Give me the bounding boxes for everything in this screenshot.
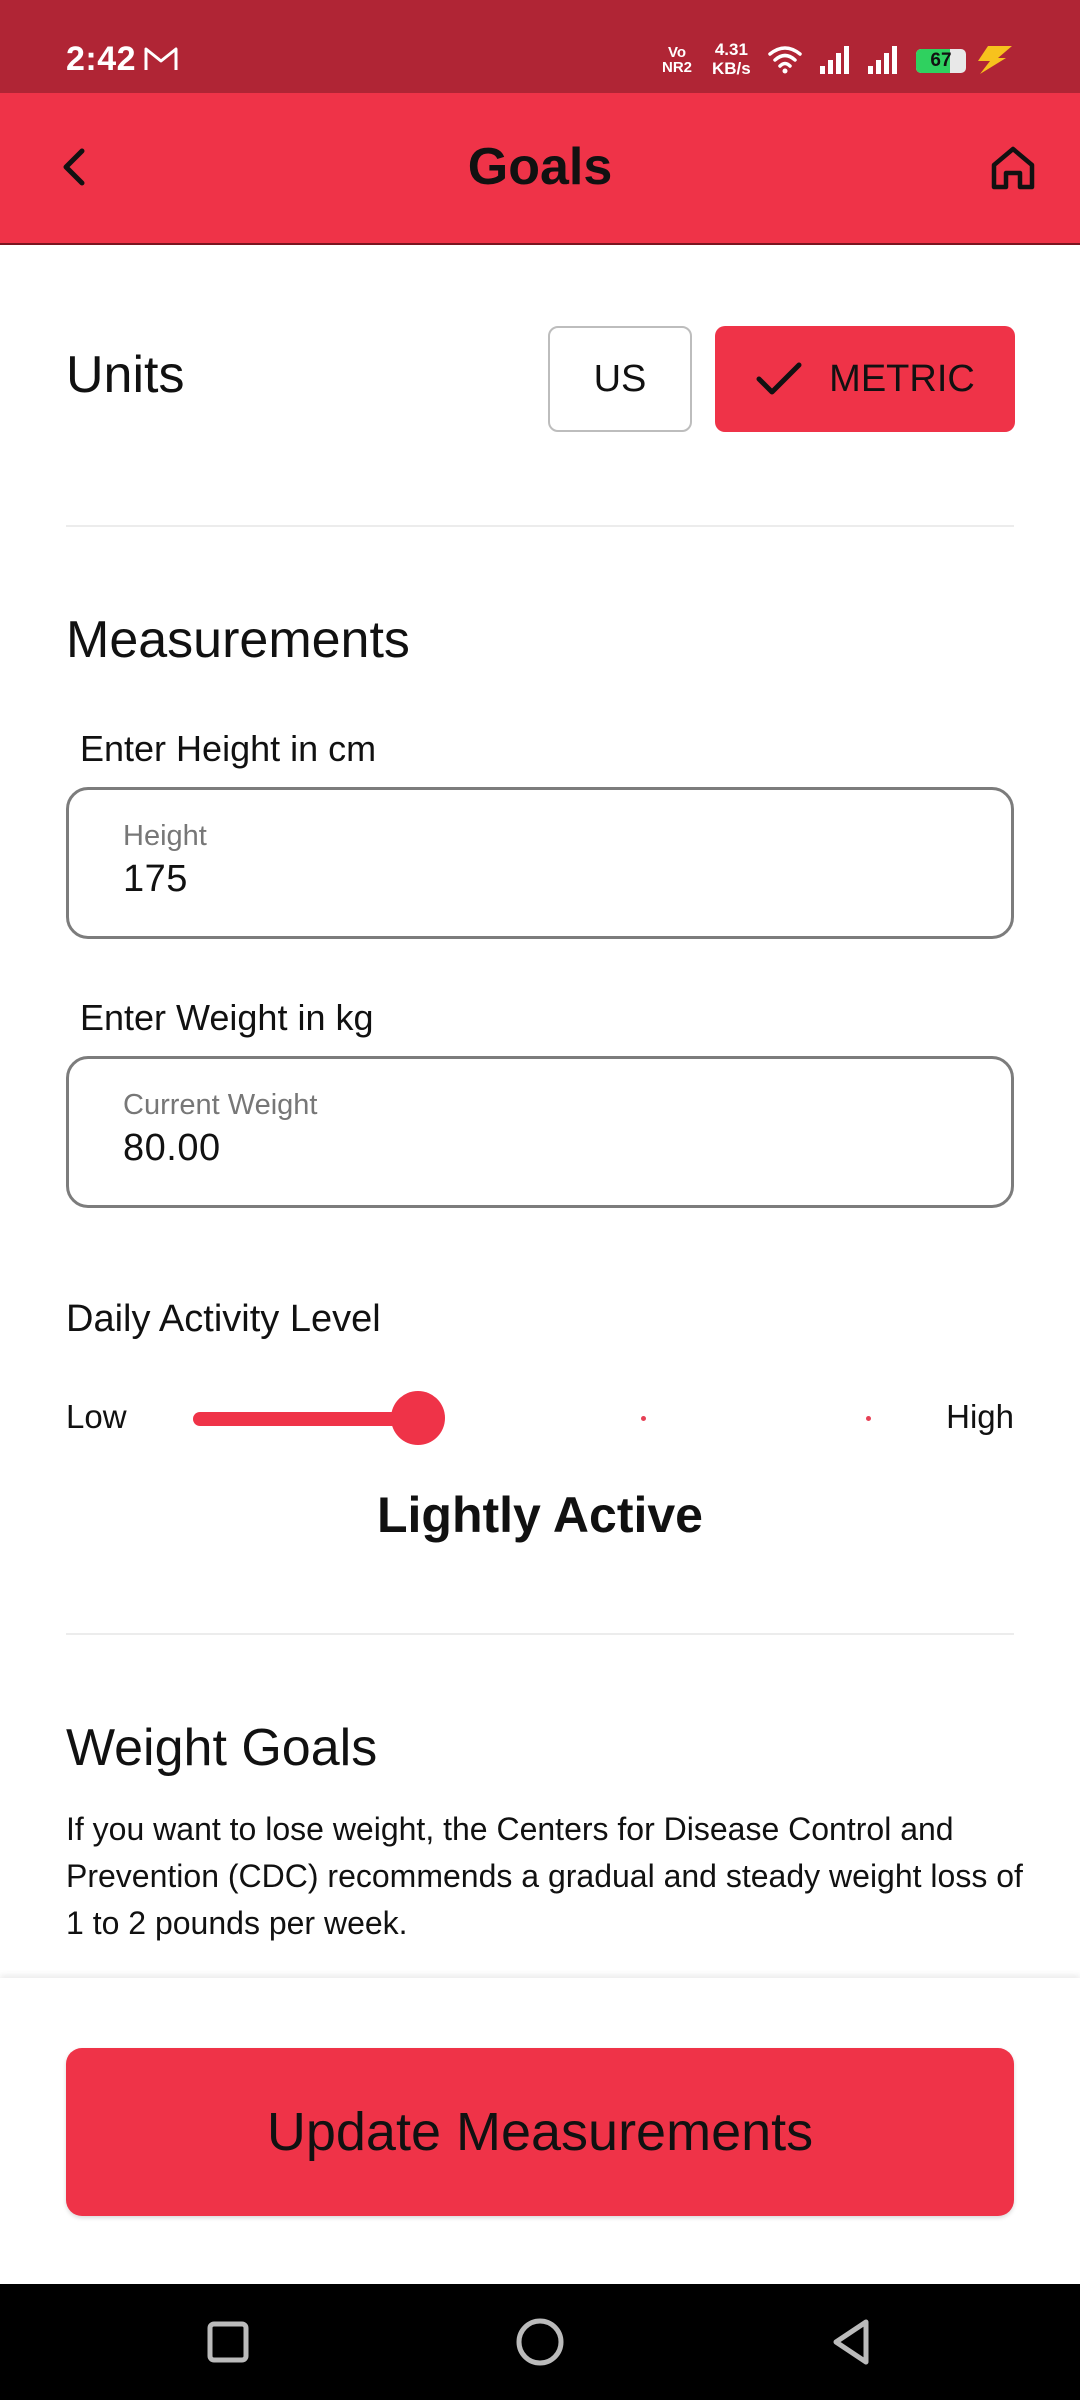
update-measurements-button[interactable]: Update Measurements: [66, 2048, 1014, 2216]
unit-us-label: US: [593, 357, 647, 400]
activity-level-value: Lightly Active: [377, 1487, 703, 1543]
slider-active-track: [193, 1412, 418, 1426]
height-value: 175: [123, 858, 188, 900]
battery-percent: 67: [930, 50, 952, 71]
unit-metric-button[interactable]: METRIC: [715, 326, 1015, 432]
battery-icon: 67: [916, 49, 966, 73]
slider-thumb[interactable]: [391, 1391, 445, 1445]
signal-strength-icon: [820, 46, 849, 74]
slider-tick: [866, 1416, 871, 1421]
weight-prompt: Enter Weight in kg: [80, 997, 374, 1038]
network-speed: 4.31 KB/s: [712, 40, 751, 78]
app-bar: Goals: [0, 93, 1080, 245]
bottom-action-area: Update Measurements: [0, 1978, 1080, 2284]
weight-field-label: Current Weight: [123, 1089, 318, 1121]
weight-value: 80.00: [123, 1127, 221, 1169]
weight-goals-title: Weight Goals: [66, 1719, 378, 1777]
status-time: 2:42: [66, 40, 137, 78]
slider-low-label: Low: [66, 1398, 127, 1435]
slider-high-label: High: [946, 1398, 1014, 1435]
activity-level-label: Daily Activity Level: [66, 1298, 381, 1340]
signal-strength-icon: [868, 46, 897, 74]
slider-tick: [641, 1416, 646, 1421]
page-title: Goals: [467, 138, 613, 196]
home-circle-icon[interactable]: [510, 2312, 570, 2372]
charging-bolt-icon: [978, 46, 1012, 74]
measurements-title: Measurements: [66, 611, 410, 669]
units-label: Units: [66, 346, 185, 404]
gmail-icon: [144, 47, 178, 70]
wifi-icon: [768, 46, 802, 74]
system-navigation-bar: [0, 2284, 1080, 2400]
back-triangle-icon[interactable]: [822, 2312, 882, 2372]
height-prompt: Enter Height in cm: [80, 728, 377, 769]
update-measurements-label: Update Measurements: [266, 2102, 814, 2162]
height-input[interactable]: Height 175: [66, 787, 1014, 939]
recent-apps-icon[interactable]: [198, 2312, 258, 2372]
weight-input[interactable]: Current Weight 80.00: [66, 1056, 1014, 1208]
divider: [66, 525, 1014, 527]
checkmark-icon: [756, 362, 802, 395]
home-icon[interactable]: [988, 143, 1038, 193]
weight-goals-description: If you want to lose weight, the Centers …: [66, 1811, 1023, 1941]
unit-us-button[interactable]: US: [548, 326, 692, 432]
divider: [66, 1633, 1014, 1635]
activity-level-slider[interactable]: [190, 1390, 890, 1446]
volte-indicator: Vo NR2: [662, 44, 693, 76]
status-bar: 2:42 Vo NR2 4.31 KB/s 67: [0, 0, 1080, 93]
unit-metric-label: METRIC: [829, 357, 975, 400]
height-field-label: Height: [123, 820, 207, 852]
